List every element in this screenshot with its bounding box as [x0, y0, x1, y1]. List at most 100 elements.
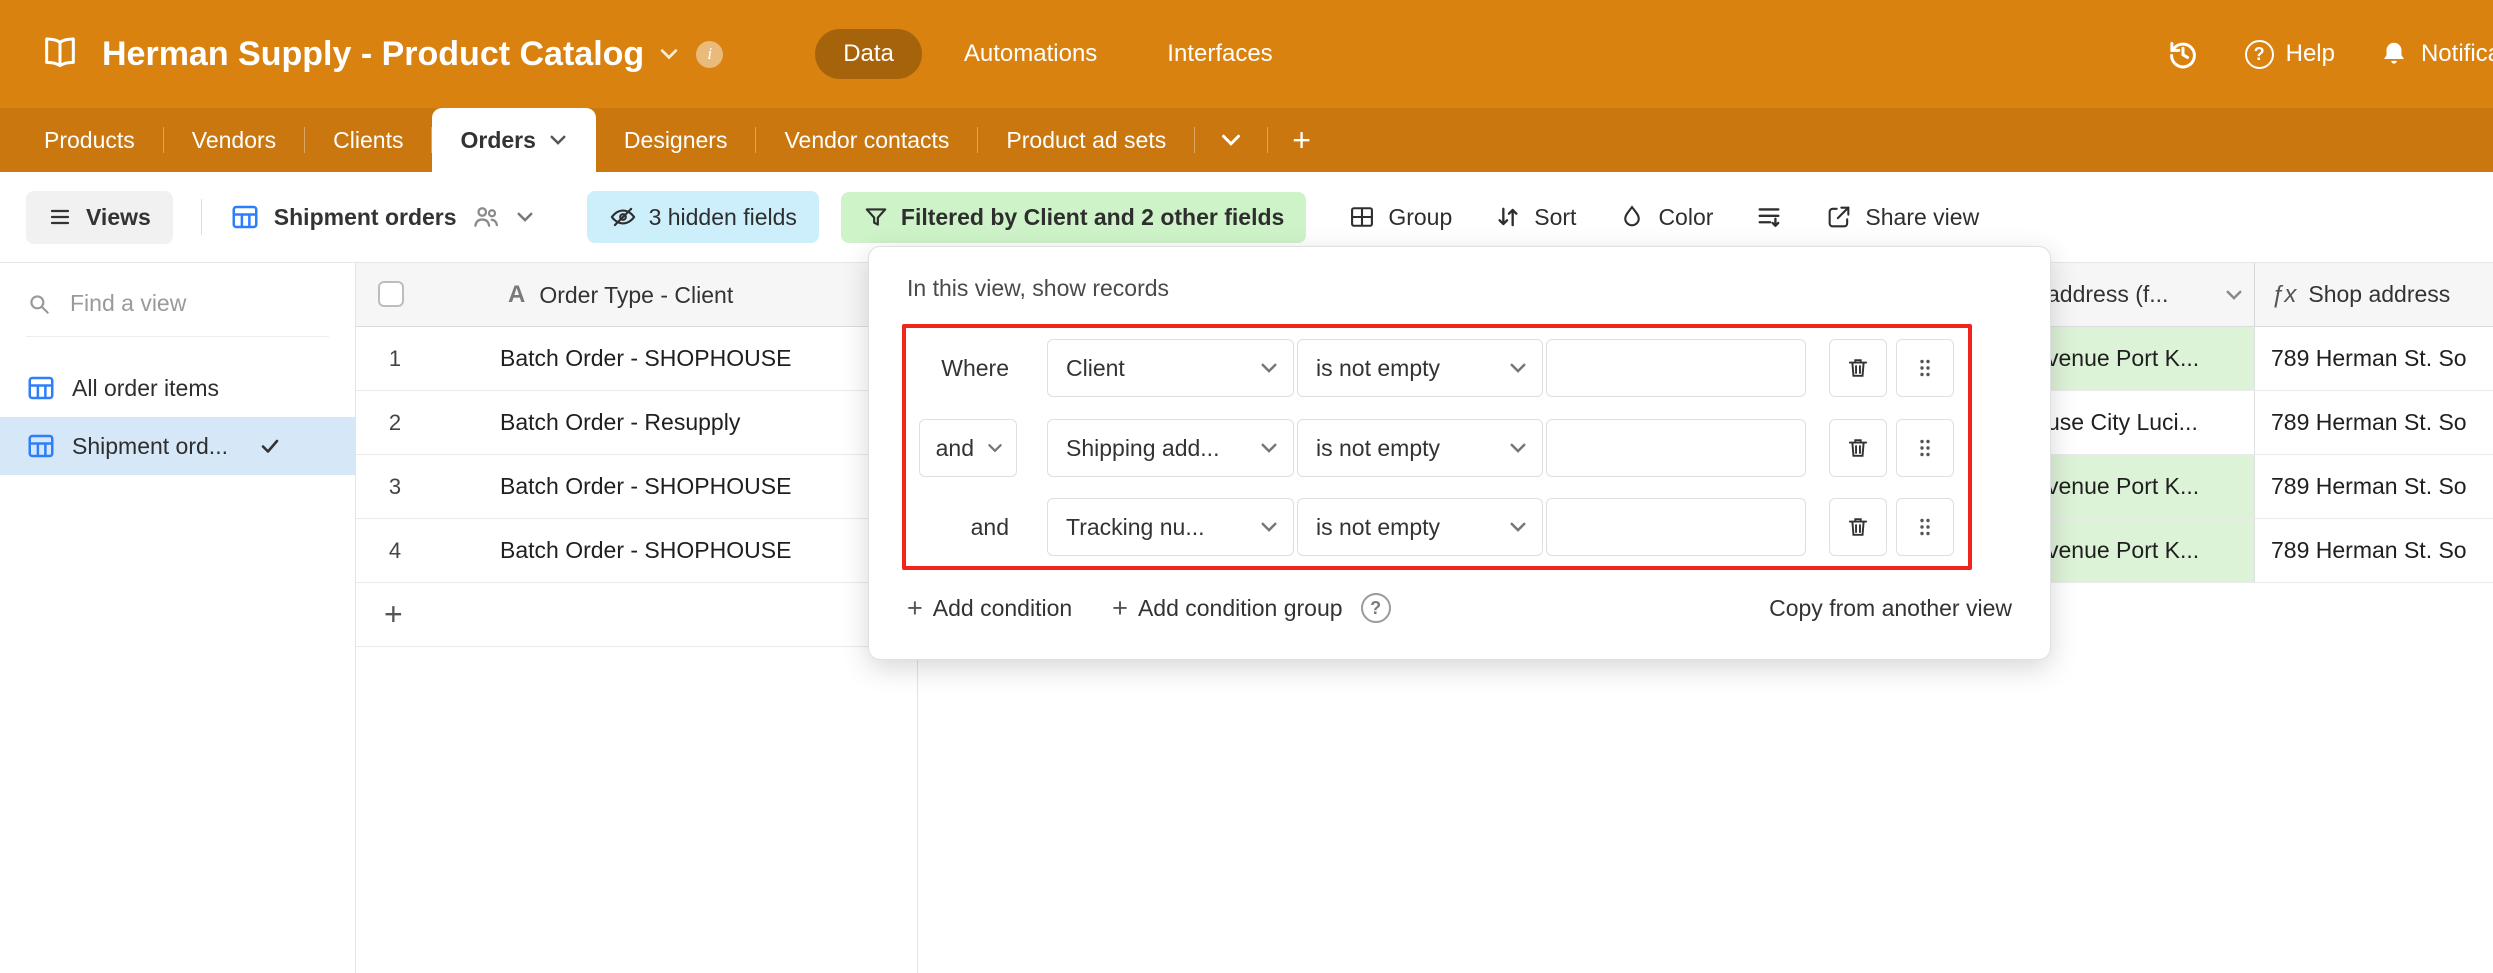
filter-popover-title: In this view, show records	[907, 275, 1169, 302]
sort-button[interactable]: Sort	[1494, 203, 1576, 231]
filter-popover: In this view, show records Where Client …	[868, 246, 2051, 660]
delete-condition-button[interactable]	[1829, 419, 1887, 477]
field-dropdown[interactable]: Client	[1047, 339, 1294, 397]
nav-tab-automations[interactable]: Automations	[936, 29, 1125, 79]
row-number: 1	[382, 346, 408, 372]
condition-prefix: and	[907, 514, 1017, 541]
chevron-down-icon	[548, 130, 568, 150]
text-field-type-icon: A	[508, 281, 525, 309]
primary-cell[interactable]: Batch Order - SHOPHOUSE	[500, 537, 791, 564]
row-height-button[interactable]	[1755, 203, 1783, 231]
delete-condition-button[interactable]	[1829, 339, 1887, 397]
topbar-nav: Data Automations Interfaces	[815, 29, 1301, 79]
table-row[interactable]: 1 Batch Order - SHOPHOUSE	[356, 327, 918, 391]
group-button[interactable]: Group	[1348, 203, 1452, 231]
share-view-button[interactable]: Share view	[1825, 203, 1979, 231]
address-column-header[interactable]: address (f...	[2043, 263, 2255, 326]
shop-address-cell[interactable]: 789 Herman St. So	[2255, 519, 2493, 583]
sort-label: Sort	[1534, 204, 1576, 231]
tab-vendor-contacts[interactable]: Vendor contacts	[756, 108, 977, 172]
notifications-button[interactable]: Notifica	[2379, 39, 2493, 69]
chevron-down-icon[interactable]	[2224, 285, 2244, 305]
drag-handle[interactable]	[1896, 339, 1954, 397]
shop-address-cell[interactable]: 789 Herman St. So	[2255, 327, 2493, 391]
delete-condition-button[interactable]	[1829, 498, 1887, 556]
hidden-fields-label: 3 hidden fields	[649, 204, 797, 231]
address-cell[interactable]: venue Port K...	[2043, 327, 2255, 391]
address-cell[interactable]: venue Port K...	[2043, 455, 2255, 519]
condition-prefix-label: and	[971, 514, 1009, 541]
shop-address-cell[interactable]: 789 Herman St. So	[2255, 455, 2493, 519]
chevron-down-icon	[986, 439, 1004, 457]
sidebar-item-all-order-items[interactable]: All order items	[0, 359, 355, 417]
chevron-down-icon	[1508, 358, 1528, 378]
operator-dropdown[interactable]: is not empty	[1297, 339, 1543, 397]
hidden-fields-button[interactable]: 3 hidden fields	[587, 191, 819, 243]
copy-from-view-button[interactable]: Copy from another view	[1769, 595, 2012, 622]
field-dropdown[interactable]: Tracking nu...	[1047, 498, 1294, 556]
trash-icon	[1845, 435, 1871, 461]
operator-dropdown[interactable]: is not empty	[1297, 419, 1543, 477]
select-all-checkbox[interactable]	[378, 281, 404, 307]
address-cell[interactable]: use City Luci...	[2043, 391, 2255, 455]
conjunction-dropdown[interactable]: and	[919, 419, 1017, 477]
plus-icon: +	[1112, 595, 1128, 622]
view-switcher[interactable]: Shipment orders	[230, 202, 535, 232]
nav-tab-interfaces[interactable]: Interfaces	[1139, 29, 1300, 79]
drag-dots-icon	[1913, 515, 1937, 539]
help-circle-icon[interactable]: ?	[1361, 593, 1391, 623]
primary-cell[interactable]: Batch Order - SHOPHOUSE	[500, 345, 791, 372]
tab-designers[interactable]: Designers	[596, 108, 756, 172]
condition-value-input[interactable]	[1546, 498, 1806, 556]
right-columns: address (f... ƒx Shop address venue Port…	[2043, 263, 2493, 583]
toolbar-divider	[201, 199, 202, 235]
tab-orders-active[interactable]: Orders	[432, 108, 595, 172]
hamburger-icon	[48, 205, 72, 229]
tabs-overflow-chevron-icon[interactable]	[1195, 108, 1267, 172]
condition-value-input[interactable]	[1546, 339, 1806, 397]
plus-icon: +	[384, 596, 403, 633]
paint-drop-icon	[1618, 203, 1646, 231]
condition-value-input[interactable]	[1546, 419, 1806, 477]
tab-clients[interactable]: Clients	[305, 108, 431, 172]
tab-products[interactable]: Products	[16, 108, 163, 172]
primary-field-header[interactable]: A Order Type - Client	[508, 263, 733, 327]
primary-cell[interactable]: Batch Order - SHOPHOUSE	[500, 473, 791, 500]
info-icon[interactable]: i	[696, 41, 723, 68]
trash-icon	[1845, 355, 1871, 381]
table-row[interactable]: 3 Batch Order - SHOPHOUSE	[356, 455, 918, 519]
add-condition-group-button[interactable]: + Add condition group	[1112, 595, 1342, 622]
add-row-button[interactable]: +	[356, 583, 918, 647]
shop-address-cell[interactable]: 789 Herman St. So	[2255, 391, 2493, 455]
views-button[interactable]: Views	[26, 191, 173, 244]
check-icon	[258, 434, 282, 458]
color-label: Color	[1658, 204, 1713, 231]
title-chevron-down-icon[interactable]	[658, 43, 680, 65]
shop-address-column-header[interactable]: ƒx Shop address	[2255, 263, 2493, 326]
operator-dropdown[interactable]: is not empty	[1297, 498, 1543, 556]
history-icon[interactable]	[2165, 36, 2201, 72]
search-input[interactable]	[68, 289, 329, 318]
nav-tab-data[interactable]: Data	[815, 29, 922, 79]
table-row[interactable]: 4 Batch Order - SHOPHOUSE	[356, 519, 918, 583]
filter-button[interactable]: Filtered by Client and 2 other fields	[841, 192, 1306, 243]
filter-condition-row: and Tracking nu... is not empty	[907, 495, 1954, 559]
drag-handle[interactable]	[1896, 419, 1954, 477]
tab-product-ad-sets[interactable]: Product ad sets	[978, 108, 1194, 172]
tab-vendors[interactable]: Vendors	[164, 108, 304, 172]
primary-cell[interactable]: Batch Order - Resupply	[500, 409, 740, 436]
row-number: 3	[382, 474, 408, 500]
add-condition-button[interactable]: + Add condition	[907, 595, 1072, 622]
color-button[interactable]: Color	[1618, 203, 1713, 231]
sidebar-item-shipment-orders[interactable]: Shipment ord...	[0, 417, 355, 475]
address-cell[interactable]: venue Port K...	[2043, 519, 2255, 583]
drag-handle[interactable]	[1896, 498, 1954, 556]
table-row[interactable]: 2 Batch Order - Resupply	[356, 391, 918, 455]
field-dropdown[interactable]: Shipping add...	[1047, 419, 1294, 477]
help-button[interactable]: ? Help	[2245, 40, 2335, 69]
base-title: Herman Supply - Product Catalog	[102, 35, 644, 74]
add-table-button[interactable]: +	[1268, 108, 1335, 172]
view-list: All order items Shipment ord...	[0, 359, 355, 475]
formula-icon: ƒx	[2271, 281, 2296, 309]
view-search[interactable]	[26, 289, 329, 337]
